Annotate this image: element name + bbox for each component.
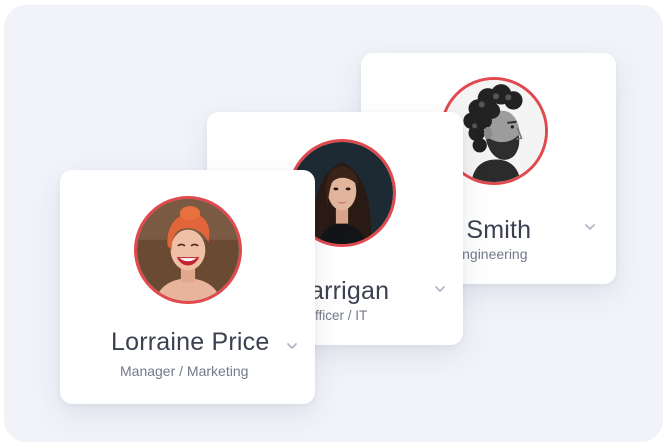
chevron-down-icon[interactable] [582,219,598,235]
profile-name: Lorraine Price [111,328,270,356]
smiling-redhead-woman-portrait [137,199,239,301]
avatar [134,196,242,304]
chevron-down-icon[interactable] [284,338,300,354]
profile-role: Manager / Marketing [120,363,249,379]
chevron-down-icon[interactable] [432,281,448,297]
profile-cards-stage: ob Smith / Engineering Marrigan: Office… [4,5,663,442]
profile-card-front[interactable]: Lorraine Price Manager / Marketing [60,170,315,404]
